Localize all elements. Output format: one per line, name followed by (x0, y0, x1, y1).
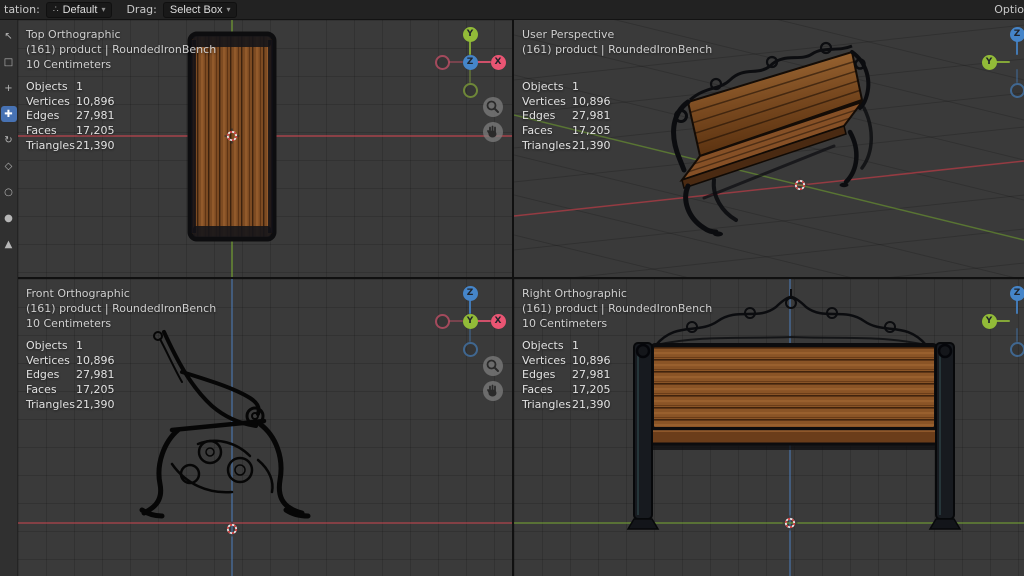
viewport-scale: 10 Centimeters (26, 317, 112, 330)
transform-icon: ○ (4, 186, 13, 198)
3d-cursor (224, 521, 240, 537)
gizmo-z-axis[interactable]: Z (1009, 285, 1024, 301)
viewport-subtitle: (161) product | RoundedIronBench (26, 43, 217, 56)
tweak-icon: ↖ (4, 30, 13, 42)
tool-rotate[interactable]: ↻ (1, 132, 17, 148)
gizmo-z-axis[interactable]: Z (462, 54, 478, 70)
tool-transform[interactable]: ○ (1, 184, 17, 200)
orientation-value: Default (62, 3, 98, 16)
measure-icon: ▲ (4, 238, 13, 250)
select-mode-dropdown[interactable]: Select Box ▾ (162, 1, 238, 18)
viewport-stats: Objects 1 Vertices 10,896 Edges 27,981 Face… (26, 80, 115, 152)
select-box-icon: □ (3, 56, 14, 68)
scale-icon: ◇ (4, 160, 13, 172)
gizmo-x-neg[interactable] (434, 313, 450, 329)
viewport-stats: Objects 1 Vertices 10,896 Edges 27,981 Face… (26, 339, 115, 411)
viewport-title: Front Orthographic (26, 287, 130, 300)
gizmo-x-neg[interactable] (434, 54, 450, 70)
quad-view-vertical-divider[interactable] (512, 20, 514, 576)
orientation-icon: ∴ (52, 4, 59, 14)
3d-cursor (224, 128, 240, 144)
viewport-top-orthographic[interactable]: Top Orthographic (161) product | Rounded… (18, 20, 512, 277)
gizmo-y-axis[interactable]: Y (981, 313, 997, 329)
viewport-title: User Perspective (522, 28, 615, 41)
gizmo-x-axis[interactable]: X (490, 313, 506, 329)
nav-gizmo[interactable]: Z Y X (976, 280, 1024, 362)
select-mode-value: Select Box (169, 3, 223, 16)
options-label[interactable]: Optio (994, 3, 1024, 16)
annotate-icon: ● (4, 212, 13, 224)
3d-cursor (782, 515, 798, 531)
tool-annotate[interactable]: ● (1, 210, 17, 226)
gizmo-y-axis[interactable]: Y (981, 54, 997, 70)
gizmo-z-axis[interactable]: Z (462, 285, 478, 301)
viewport-stats: Objects 1 Vertices 10,896 Edges 27,981 Face… (522, 339, 611, 411)
zoom-icon[interactable] (483, 97, 503, 117)
gizmo-y-axis[interactable]: Y (462, 26, 478, 42)
tool-tweak[interactable]: ↖ (1, 28, 17, 44)
zoom-icon[interactable] (483, 356, 503, 376)
viewport-user-perspective[interactable]: User Perspective (161) product | Rounded… (514, 20, 1024, 277)
nav-gizmo[interactable]: Z X Y (429, 280, 511, 362)
tool-select-box[interactable]: □ (1, 54, 17, 70)
top-header-bar: tation: ∴ Default ▾ Drag: Select Box ▾ O… (0, 0, 1024, 20)
pan-hand-icon[interactable] (483, 381, 503, 401)
quad-view-horizontal-divider[interactable] (18, 277, 1024, 279)
viewport-scale: 10 Centimeters (26, 58, 112, 71)
viewport-info: Right Orthographic (161) product | Round… (522, 286, 712, 331)
gizmo-x-axis[interactable]: X (490, 54, 506, 70)
gizmo-z-neg[interactable] (1009, 341, 1024, 357)
viewport-subtitle: (161) product | RoundedIronBench (26, 302, 217, 315)
gizmo-z-neg[interactable] (462, 341, 478, 357)
bench-model-perspective[interactable] (654, 28, 910, 248)
viewport-title: Right Orthographic (522, 287, 627, 300)
tool-cursor[interactable]: + (1, 80, 17, 96)
viewport-subtitle: (161) product | RoundedIronBench (522, 43, 713, 56)
nav-gizmo[interactable]: Y X Z (429, 21, 511, 103)
viewport-front-orthographic[interactable]: Front Orthographic (161) product | Round… (18, 279, 512, 576)
pan-hand-icon[interactable] (483, 122, 503, 142)
viewport-scale: 10 Centimeters (522, 317, 608, 330)
viewport-info: Top Orthographic (161) product | Rounded… (26, 27, 216, 72)
gizmo-y-axis[interactable]: Y (462, 313, 478, 329)
tool-measure[interactable]: ▲ (1, 236, 17, 252)
transform-orientation-dropdown[interactable]: ∴ Default ▾ (45, 1, 113, 18)
drag-label: Drag: (126, 3, 157, 16)
gizmo-z-axis[interactable]: Z (1009, 26, 1024, 42)
viewport-info: Front Orthographic (161) product | Round… (26, 286, 216, 331)
move-icon: ✚ (4, 108, 13, 120)
tool-scale[interactable]: ◇ (1, 158, 17, 174)
viewport-info: User Perspective (161) product | Rounded… (522, 27, 712, 57)
nav-gizmo[interactable]: Z Y X (976, 21, 1024, 103)
viewport-stats: Objects 1 Vertices 10,896 Edges 27,981 Face… (522, 80, 611, 152)
cursor-icon: + (4, 82, 13, 94)
bench-model-front-view[interactable] (138, 324, 333, 539)
rotate-icon: ↻ (4, 134, 13, 146)
gizmo-y-neg[interactable] (462, 82, 478, 98)
3d-cursor (792, 177, 808, 193)
toolbar: ↖ □ + ✚ ↻ ◇ ○ ● ▲ (0, 20, 18, 576)
viewport-right-orthographic[interactable]: Right Orthographic (161) product | Round… (514, 279, 1024, 576)
gizmo-z-neg[interactable] (1009, 82, 1024, 98)
viewport-subtitle: (161) product | RoundedIronBench (522, 302, 713, 315)
orientation-label: tation: (4, 3, 40, 16)
tool-move[interactable]: ✚ (0, 106, 17, 122)
chevron-down-icon: ▾ (101, 4, 106, 14)
chevron-down-icon: ▾ (226, 4, 231, 14)
viewport-title: Top Orthographic (26, 28, 121, 41)
